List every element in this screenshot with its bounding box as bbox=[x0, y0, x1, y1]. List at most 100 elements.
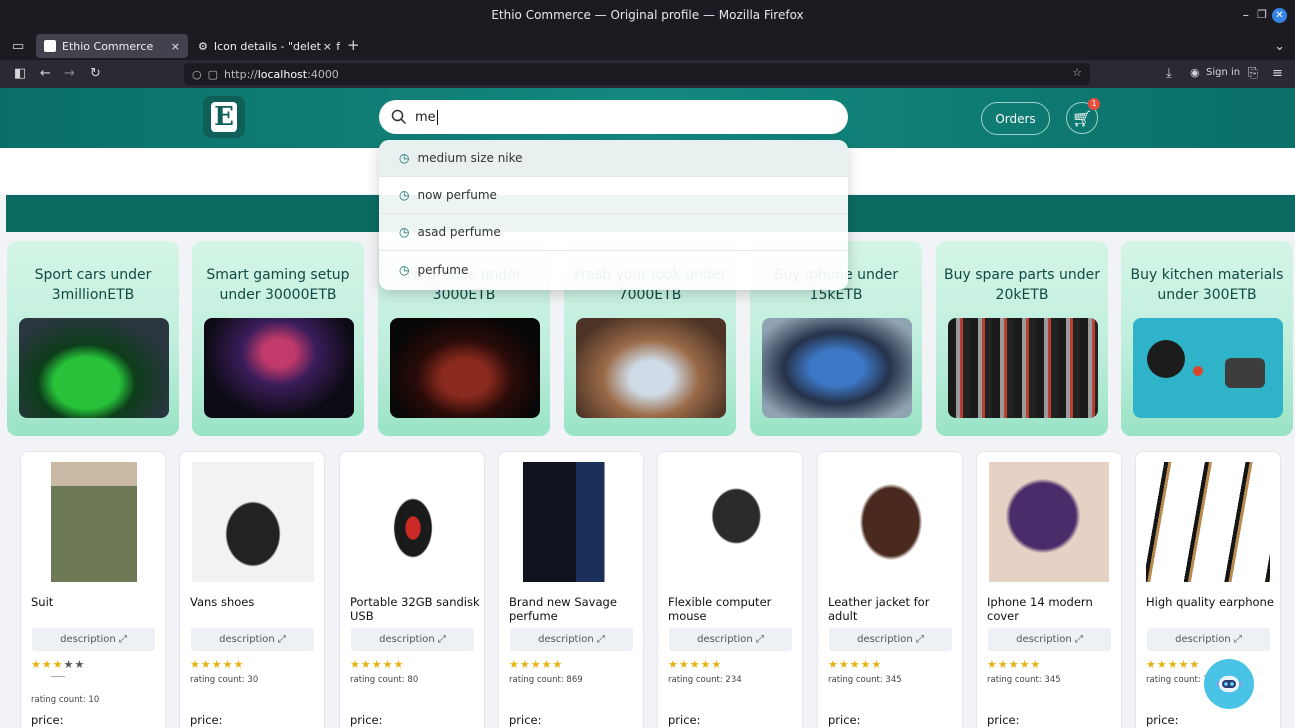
search-box[interactable]: me bbox=[379, 100, 848, 134]
category-title: Buy spare parts under 20kETB bbox=[944, 267, 1100, 303]
rating-count: rating count: 234 bbox=[668, 675, 742, 685]
category-image-gaming bbox=[204, 318, 354, 418]
product-price: price: bbox=[509, 713, 542, 727]
product-card[interactable]: Brand new Savage perfume description ⤢ ★… bbox=[498, 451, 644, 728]
product-price: price: bbox=[1146, 713, 1179, 727]
product-image-suit bbox=[51, 462, 137, 582]
rating-count: rating count: 869 bbox=[509, 675, 583, 685]
suggestion-item[interactable]: ◷ asad perfume bbox=[379, 214, 848, 251]
rating-stars: ★★★★★ bbox=[828, 658, 883, 671]
tab-bar: ▭ Ethio Commerce × ⚙ Icon details - "del… bbox=[0, 32, 1295, 60]
forward-icon[interactable]: → bbox=[64, 67, 75, 80]
bookmark-star-icon[interactable]: ☆ bbox=[1072, 66, 1082, 79]
tab-list-icon[interactable]: ▭ bbox=[12, 40, 24, 53]
product-price: price: bbox=[31, 713, 64, 727]
product-image-usb bbox=[370, 462, 456, 582]
expand-icon: ⤢ bbox=[118, 634, 127, 645]
cart-badge: 1 bbox=[1088, 98, 1100, 110]
description-button[interactable]: description ⤢ bbox=[669, 628, 792, 651]
product-image-phone-cover bbox=[989, 462, 1109, 582]
category-title: Buy kitchen materials under 300ETB bbox=[1130, 267, 1284, 303]
suggestion-item[interactable]: ◷ now perfume bbox=[379, 177, 848, 214]
search-input[interactable]: me bbox=[415, 110, 436, 125]
expand-icon: ⤢ bbox=[437, 634, 446, 645]
expand-icon: ⤢ bbox=[1074, 634, 1083, 645]
sign-in-button[interactable]: Sign in bbox=[1206, 68, 1240, 78]
product-image-mouse bbox=[678, 462, 784, 582]
window-titlebar: Ethio Commerce — Original profile — Mozi… bbox=[0, 0, 1295, 32]
rating-stars: ★★★★★ bbox=[668, 658, 723, 671]
rating-stars: ★★★★★ bbox=[1146, 658, 1201, 671]
tab-close-icon[interactable]: × bbox=[171, 40, 180, 53]
product-card[interactable]: Leather jacket for adult description ⤢ ★… bbox=[817, 451, 963, 728]
product-name: Brand new Savage perfume bbox=[509, 595, 617, 623]
expand-icon: ⤢ bbox=[596, 634, 605, 645]
clock-icon: ◷ bbox=[399, 188, 410, 202]
description-button[interactable]: description ⤢ bbox=[351, 628, 474, 651]
category-card[interactable]: Sport cars under 3millionETB bbox=[7, 241, 179, 436]
rating-stars: ★★★★★ bbox=[987, 658, 1042, 671]
category-image-car bbox=[19, 318, 169, 418]
rating-stars: ★★★★★ bbox=[350, 658, 405, 671]
cart-button[interactable]: 🛒︎ 1 bbox=[1066, 98, 1100, 134]
menu-icon[interactable]: ≡ bbox=[1272, 67, 1283, 80]
category-card[interactable]: Smart gaming setup under 30000ETB bbox=[192, 241, 364, 436]
tab-ethio-commerce[interactable]: Ethio Commerce × bbox=[36, 34, 188, 58]
category-card[interactable]: Buy kitchen materials under 300ETB bbox=[1121, 241, 1293, 436]
description-button[interactable]: description ⤢ bbox=[829, 628, 952, 651]
account-icon[interactable]: ◉ bbox=[1190, 67, 1200, 78]
product-card[interactable]: Vans shoes description ⤢ ★★★★★ rating co… bbox=[179, 451, 325, 728]
description-button[interactable]: description ⤢ bbox=[32, 628, 155, 651]
download-icon[interactable]: ⤓ bbox=[1166, 67, 1172, 80]
favicon-icon bbox=[44, 40, 56, 52]
product-card[interactable]: Iphone 14 modern cover description ⤢ ★★★… bbox=[976, 451, 1122, 728]
minimize-icon[interactable]: – bbox=[1243, 9, 1250, 22]
chatbot-button[interactable] bbox=[1204, 659, 1254, 709]
back-icon[interactable]: ← bbox=[40, 67, 51, 80]
category-image-perfume bbox=[390, 318, 540, 418]
category-title: Sport cars under 3millionETB bbox=[34, 267, 152, 303]
description-button[interactable]: description ⤢ bbox=[988, 628, 1111, 651]
description-button[interactable]: description ⤢ bbox=[1147, 628, 1270, 651]
orders-button[interactable]: Orders bbox=[981, 102, 1050, 135]
product-image-shoes bbox=[192, 462, 314, 582]
category-card[interactable]: Buy spare parts under 20kETB bbox=[936, 241, 1108, 436]
product-card[interactable]: Suit description ⤢ ★★★★★ rating count: 1… bbox=[20, 451, 166, 728]
product-image-perfume bbox=[523, 462, 619, 582]
product-name: Suit bbox=[31, 595, 54, 609]
tab-icon-details[interactable]: ⚙ Icon details - "delete" from / × bbox=[190, 34, 340, 58]
chevron-down-icon[interactable]: ⌄ bbox=[1274, 40, 1285, 53]
extensions-icon[interactable]: ⎘ bbox=[1248, 67, 1258, 80]
product-price: price: bbox=[987, 713, 1020, 727]
description-button[interactable]: description ⤢ bbox=[191, 628, 314, 651]
product-name: Vans shoes bbox=[190, 595, 255, 609]
shield-icon: ○ bbox=[192, 67, 202, 81]
rating-count: rating count: 345 bbox=[987, 675, 1061, 685]
product-card[interactable]: Portable 32GB sandisk USB description ⤢ … bbox=[339, 451, 485, 728]
product-image-jacket bbox=[842, 462, 940, 582]
close-window-icon[interactable]: ✕ bbox=[1272, 8, 1287, 23]
product-name: Flexible computer mouse bbox=[668, 595, 772, 623]
suggestion-item[interactable]: ◷ medium size nike bbox=[379, 140, 848, 177]
site-logo[interactable]: E bbox=[203, 96, 245, 138]
rating-count: rating count: 10 bbox=[31, 695, 100, 705]
rating-count: rating count: 7 bbox=[1146, 675, 1209, 685]
product-card[interactable]: Flexible computer mouse description ⤢ ★★… bbox=[657, 451, 803, 728]
restore-icon[interactable]: ❐ bbox=[1257, 9, 1267, 20]
description-button[interactable]: description ⤢ bbox=[510, 628, 633, 651]
page-icon: ▢ bbox=[207, 67, 219, 81]
robot-icon bbox=[1216, 676, 1242, 692]
rating-count: rating count: 80 bbox=[350, 675, 419, 685]
reload-icon[interactable]: ↻ bbox=[90, 67, 101, 80]
tab-close-icon[interactable]: × bbox=[320, 39, 332, 53]
clock-icon: ◷ bbox=[399, 151, 410, 165]
new-tab-button[interactable]: + bbox=[347, 38, 360, 53]
logo-letter: E bbox=[211, 102, 237, 132]
product-price: price: bbox=[828, 713, 861, 727]
suggestion-item[interactable]: ◷ perfume bbox=[379, 251, 848, 288]
category-title: Smart gaming setup under 30000ETB bbox=[206, 267, 350, 303]
tab-label: Ethio Commerce bbox=[62, 39, 154, 53]
url-bar[interactable]: ○ ▢ http://localhost:4000 ☆ bbox=[184, 63, 1090, 85]
category-image-iphone bbox=[762, 318, 912, 418]
sidebar-icon[interactable]: ◧ bbox=[14, 67, 26, 80]
